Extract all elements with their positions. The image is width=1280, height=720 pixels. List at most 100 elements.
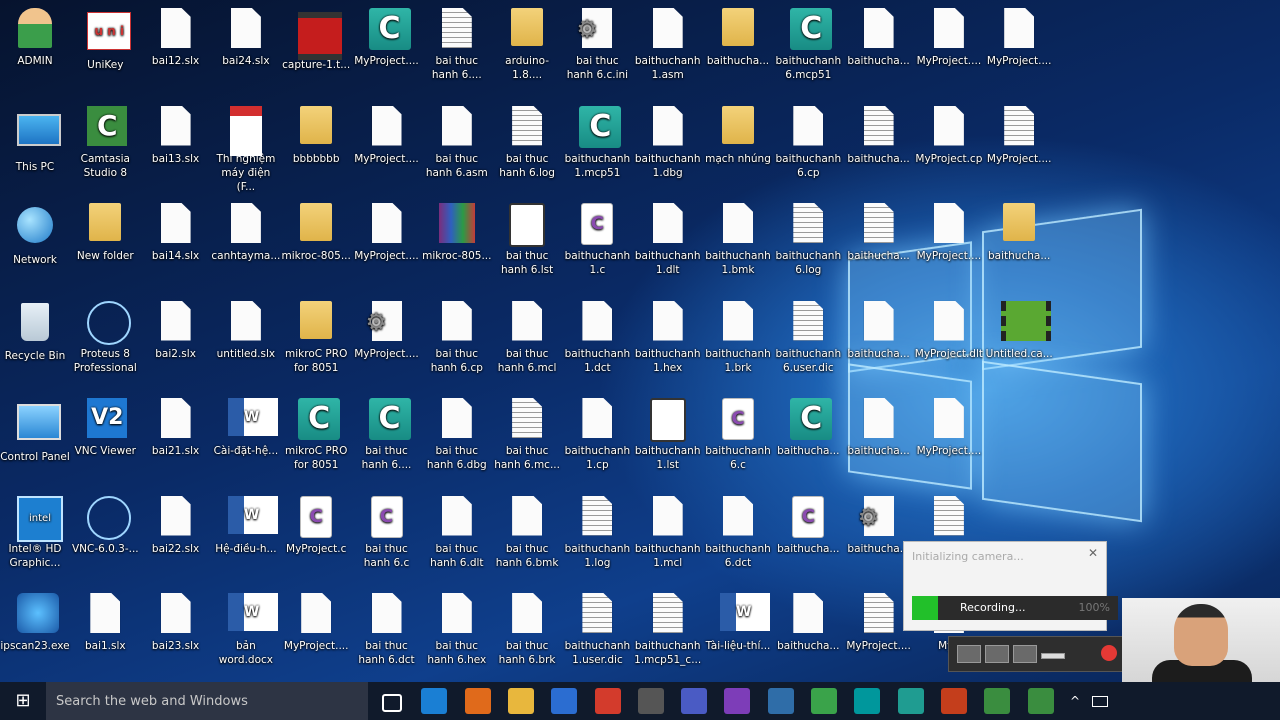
- desktop-icon[interactable]: C MyProject.c: [281, 495, 351, 556]
- desktop-icon[interactable]: baithuchanh 1.brk: [703, 300, 773, 375]
- desktop-icon[interactable]: baithucha...: [773, 593, 843, 653]
- desktop-icon[interactable]: bai thuc hanh 6.log: [492, 105, 562, 180]
- green-app-icon[interactable]: [811, 688, 837, 714]
- desktop-icon[interactable]: bai thuc hanh 6.hex: [422, 593, 492, 667]
- desktop-icon[interactable]: MyProject....: [984, 105, 1054, 166]
- desktop-icon[interactable]: MyProject....: [914, 398, 984, 458]
- desktop-icon[interactable]: baithuchanh 1.log: [562, 495, 632, 570]
- desktop-icon[interactable]: baithuchanh 1.cp: [562, 398, 632, 472]
- desktop-icon[interactable]: baithuchanh 6.log: [773, 203, 843, 277]
- desktop-icon[interactable]: bai22.slx: [141, 495, 211, 556]
- tray-chevron-icon[interactable]: ^: [1070, 694, 1080, 708]
- desktop-icon[interactable]: bai thuc hanh 6.mcl: [492, 300, 562, 375]
- desktop-icon[interactable]: canhtayma...: [211, 203, 281, 263]
- desktop-icon[interactable]: W Tài-liệu-thí...: [703, 593, 773, 653]
- desktop-icon[interactable]: baithuchanh 6.cp: [773, 105, 843, 180]
- camtasia-icon[interactable]: [984, 688, 1011, 714]
- desktop-icon[interactable]: New folder: [70, 203, 140, 263]
- edge-icon[interactable]: [421, 688, 448, 714]
- desktop-icon[interactable]: baithuchanh 1.hex: [633, 300, 703, 375]
- desktop-icon[interactable]: Cbaithuchanh 1.c: [562, 203, 632, 277]
- desktop-icon[interactable]: baithuchanh 6.user.dic: [773, 300, 843, 375]
- desktop-icon[interactable]: V2 VNC Viewer: [70, 398, 140, 458]
- desktop-icon[interactable]: mikroC PRO for 8051: [281, 300, 351, 375]
- desktop-icon[interactable]: baithucha...: [844, 105, 914, 166]
- desktop-icon[interactable]: MyProject....: [352, 203, 422, 263]
- start-button[interactable]: ⊞: [0, 682, 46, 720]
- desktop-icon[interactable]: bbbbbbb: [281, 105, 351, 166]
- store-icon[interactable]: [551, 688, 578, 714]
- desktop-icon[interactable]: bai thuc hanh 6....: [422, 8, 492, 82]
- desktop-icon[interactable]: mikroc-805...: [281, 203, 351, 263]
- desktop-icon[interactable]: Proteus 8 Professional: [70, 300, 140, 375]
- region-button[interactable]: [985, 645, 1009, 663]
- desktop-icon[interactable]: baithucha...: [844, 203, 914, 263]
- desktop-icon[interactable]: MyProject.cp: [914, 105, 984, 166]
- desktop-icon[interactable]: This PC: [0, 106, 70, 174]
- desktop-icon[interactable]: intel Intel® HD Graphic...: [0, 495, 70, 570]
- desktop-icon[interactable]: MyProject....: [914, 203, 984, 263]
- desktop-icon[interactable]: mikroc-805...: [422, 203, 492, 263]
- desktop-icon[interactable]: baithuchanh 1.lst: [633, 398, 703, 472]
- desktop-icon[interactable]: u n i UniKey: [70, 8, 140, 72]
- chrome-icon[interactable]: [594, 688, 621, 714]
- desktop-icon[interactable]: baithuchanh 1.mcl: [633, 495, 703, 570]
- desktop-icon[interactable]: CmikroC PRO for 8051: [281, 398, 351, 472]
- desktop-icon[interactable]: baithuchanh 6.dct: [703, 495, 773, 570]
- desktop-icon[interactable]: baithuchanh 1.dlt: [633, 203, 703, 277]
- word-vsto-icon[interactable]: [681, 688, 708, 714]
- task-view-icon[interactable]: [382, 694, 402, 712]
- desktop-icon[interactable]: bai1.slx: [70, 593, 140, 653]
- audio-level-slider[interactable]: [1041, 653, 1065, 659]
- desktop-icon[interactable]: bai thuc hanh 6.mc...: [492, 398, 562, 472]
- desktop-icon[interactable]: Cbai thuc hanh 6.c: [352, 495, 422, 570]
- desktop-icon[interactable]: baithuchanh 1.user.dic: [562, 593, 632, 667]
- desktop-icon[interactable]: baithucha...: [984, 203, 1054, 263]
- desktop-icon[interactable]: bai12.slx: [141, 8, 211, 68]
- desktop-icon[interactable]: bai thuc hanh 6.cp: [422, 300, 492, 375]
- camtasia-recorder-icon[interactable]: [1027, 688, 1054, 714]
- desktop-icon[interactable]: MyProject.dlt: [914, 300, 984, 361]
- desktop-icon[interactable]: bai thuc hanh 6.c.ini: [562, 8, 632, 82]
- desktop-icon[interactable]: W Hệ-điều-h...: [211, 495, 281, 556]
- mikroc-icon[interactable]: [897, 688, 924, 714]
- desktop-icon[interactable]: arduino-1.8....: [492, 8, 562, 82]
- desktop-icon[interactable]: Cbai thuc hanh 6....: [352, 398, 422, 472]
- desktop-icon[interactable]: bai thuc hanh 6.dct: [352, 593, 422, 667]
- powerpoint-icon[interactable]: [940, 688, 967, 714]
- desktop-icon[interactable]: baithucha...: [703, 8, 773, 68]
- desktop-icon[interactable]: bai thuc hanh 6.dbg: [422, 398, 492, 472]
- battery-icon[interactable]: [1092, 696, 1108, 707]
- desktop-icon[interactable]: Network: [0, 203, 70, 267]
- visual-studio-icon[interactable]: [724, 688, 751, 714]
- desktop-icon[interactable]: baithucha...: [844, 398, 914, 458]
- desktop-icon[interactable]: MyProject....: [352, 300, 422, 361]
- desktop-icon[interactable]: Cbaithuchanh 1.mcp51: [562, 105, 632, 180]
- desktop-icon[interactable]: Cbaithuchanh 6.c: [703, 398, 773, 472]
- desktop-icon[interactable]: capture-1.t...: [281, 8, 351, 72]
- webcam-button[interactable]: [1013, 645, 1037, 663]
- desktop-icon[interactable]: bai thuc hanh 6.asm: [422, 105, 492, 180]
- desktop-icon[interactable]: C MyProject....: [352, 8, 422, 68]
- desktop-icon[interactable]: baithuchanh 1.mcp51_c...: [633, 593, 703, 667]
- desktop-icon[interactable]: ipscan23.exe: [0, 593, 70, 653]
- arduino-icon[interactable]: [854, 688, 881, 714]
- desktop-icon[interactable]: MyProject....: [281, 593, 351, 653]
- desktop-icon[interactable]: bai thuc hanh 6.bmk: [492, 495, 562, 570]
- desktop-icon[interactable]: MyProject....: [914, 8, 984, 68]
- desktop-icon[interactable]: MyProject....: [984, 8, 1054, 68]
- file-explorer-icon[interactable]: [507, 688, 534, 714]
- desktop-icon[interactable]: bai23.slx: [141, 593, 211, 653]
- close-icon[interactable]: ✕: [1086, 546, 1100, 560]
- desktop-icon[interactable]: baithuchanh 1.asm: [633, 8, 703, 82]
- desktop-icon[interactable]: ADMIN: [0, 8, 70, 68]
- desktop-icon[interactable]: C Camtasia Studio 8: [70, 105, 140, 180]
- desktop-icon[interactable]: bai thuc hanh 6.brk: [492, 593, 562, 667]
- desktop-icon[interactable]: Wbản word.docx: [211, 593, 281, 667]
- desktop-icon[interactable]: Thí nghiệm máy điện (F...: [211, 105, 281, 194]
- desktop-icon[interactable]: Untitled.ca...: [984, 300, 1054, 361]
- desktop-icon[interactable]: Cbaithucha...: [773, 495, 843, 556]
- desktop-icon[interactable]: bai2.slx: [141, 300, 211, 361]
- desktop-icon[interactable]: MyProject....: [352, 105, 422, 166]
- desktop-icon[interactable]: bai thuc hanh 6.lst: [492, 203, 562, 277]
